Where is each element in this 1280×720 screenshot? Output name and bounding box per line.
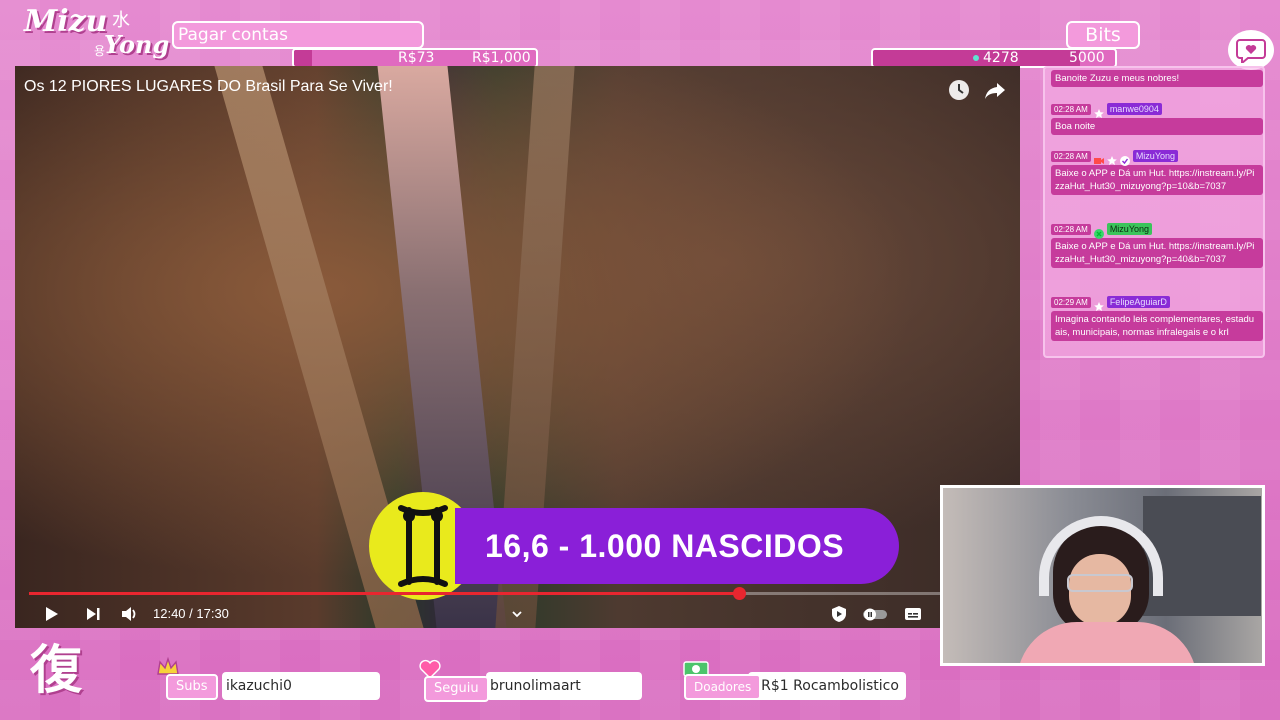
chat-message-text: Boa noite — [1051, 118, 1263, 135]
webcam-glasses — [1067, 574, 1133, 592]
next-icon[interactable] — [83, 604, 103, 624]
bits-goal-current-wrap: 4278 — [973, 50, 1019, 66]
chat-message: 02:28 AM MizuYong Baixe o APP e Dá um Hu… — [1051, 149, 1263, 195]
chat-message-text: Baixe o APP e Dá um Hut. https://instrea… — [1051, 238, 1263, 268]
logo-text-mizu: Mizu — [24, 4, 108, 39]
chat-message-time: 02:29 AM — [1051, 296, 1091, 308]
chat-message: 02:28 AM manwe0904 Boa noite — [1051, 102, 1263, 135]
share-icon[interactable] — [983, 78, 1007, 102]
star-icon — [1094, 297, 1104, 311]
chevron-down-icon[interactable] — [507, 604, 527, 624]
chat-message-user[interactable]: MizuYong — [1106, 223, 1153, 235]
logo-kanji: 水 — [112, 10, 130, 31]
autoplay-toggle-icon[interactable] — [861, 604, 889, 624]
video-title[interactable]: Os 12 PIORES LUGARES DO Brasil Para Se V… — [24, 78, 393, 96]
last-donor-field: : R$1 Rocambolistico — [748, 672, 906, 700]
donors-label: Doadores — [684, 674, 762, 700]
chat-message: Banoite Zuzu e meus nobres! — [1051, 70, 1263, 87]
chat-message: 02:28 AM MizuYong Baixe o APP e Dá um Hu… — [1051, 222, 1263, 268]
video-banner-text: 16,6 - 1.000 NASCIDOS — [455, 508, 899, 584]
bills-goal-current: R$73 — [398, 50, 435, 66]
video-player[interactable]: Os 12 PIORES LUGARES DO Brasil Para Se V… — [15, 66, 1020, 628]
bills-goal-target: R$1,000 — [472, 50, 531, 66]
subtitles-icon[interactable] — [903, 604, 923, 624]
bills-goal-label: Pagar contas — [172, 21, 424, 49]
webcam-background-shelf — [1143, 496, 1261, 616]
chat-message-header: 02:28 AM manwe0904 — [1051, 102, 1263, 118]
chat-message-header: 02:28 AM MizuYong — [1051, 149, 1263, 166]
channel-logo: Mizu 水 용 Yong — [24, 4, 172, 64]
bills-goal-fill — [294, 50, 312, 66]
subs-label: Subs — [166, 674, 218, 700]
chat-message-header: 02:29 AM FelipeAguiarD — [1051, 295, 1263, 311]
video-progress-handle[interactable] — [732, 587, 746, 600]
logo-text-yong: Yong — [104, 30, 170, 59]
chat-panel[interactable]: Banoite Zuzu e meus nobres! 02:28 AM man… — [1043, 66, 1265, 358]
bits-goal-target: 5000 — [1069, 50, 1105, 66]
play-icon[interactable] — [41, 604, 61, 624]
heart-chat-icon — [1228, 30, 1274, 70]
last-follower-field: brunolimaart — [486, 672, 642, 700]
follow-label: Seguiu — [424, 676, 489, 702]
video-progress-fill — [29, 592, 739, 595]
chat-message-user[interactable]: manwe0904 — [1106, 103, 1162, 115]
webcam-person-body — [1017, 622, 1197, 663]
webcam-feed — [940, 485, 1265, 666]
camera-icon — [1093, 151, 1104, 164]
star-icon — [1107, 151, 1117, 165]
bottom-kanji-logo: 復 — [29, 641, 82, 701]
chat-message-time: 02:28 AM — [1051, 223, 1091, 235]
chat-message: 02:29 AM FelipeAguiarD Imagina contando … — [1051, 295, 1263, 341]
chat-message-user[interactable]: FelipeAguiarD — [1106, 296, 1170, 308]
star-icon — [1094, 104, 1104, 118]
chat-message-time: 02:28 AM — [1051, 103, 1091, 115]
chat-message-user[interactable]: MizuYong — [1132, 150, 1179, 162]
chat-message-text: Banoite Zuzu e meus nobres! — [1051, 70, 1263, 87]
bills-goal-bar: R$73 R$1,000 — [292, 48, 538, 68]
chat-message-time: 02:28 AM — [1051, 150, 1091, 162]
bits-goal-label: Bits — [1066, 21, 1140, 49]
bits-gem-icon — [973, 55, 979, 61]
bits-goal-bar: 4278 5000 — [871, 48, 1117, 68]
verified-icon — [1119, 151, 1130, 166]
bits-goal-current: 4278 — [983, 50, 1019, 66]
chat-message-text: Imagina contando leis complementares, es… — [1051, 311, 1263, 341]
video-controls: 12:40 / 17:30 — [15, 600, 1020, 628]
video-time: 12:40 / 17:30 — [153, 606, 229, 621]
shield-icon[interactable] — [829, 604, 849, 624]
volume-icon[interactable] — [119, 604, 139, 624]
bot-icon — [1093, 224, 1104, 239]
video-progress-bar[interactable] — [29, 587, 1009, 600]
last-sub-field: ikazuchi0 — [222, 672, 380, 700]
watch-later-icon[interactable] — [947, 78, 971, 102]
chat-message-text: Baixe o APP e Dá um Hut. https://instrea… — [1051, 165, 1263, 195]
chat-message-header: 02:28 AM MizuYong — [1051, 222, 1263, 239]
